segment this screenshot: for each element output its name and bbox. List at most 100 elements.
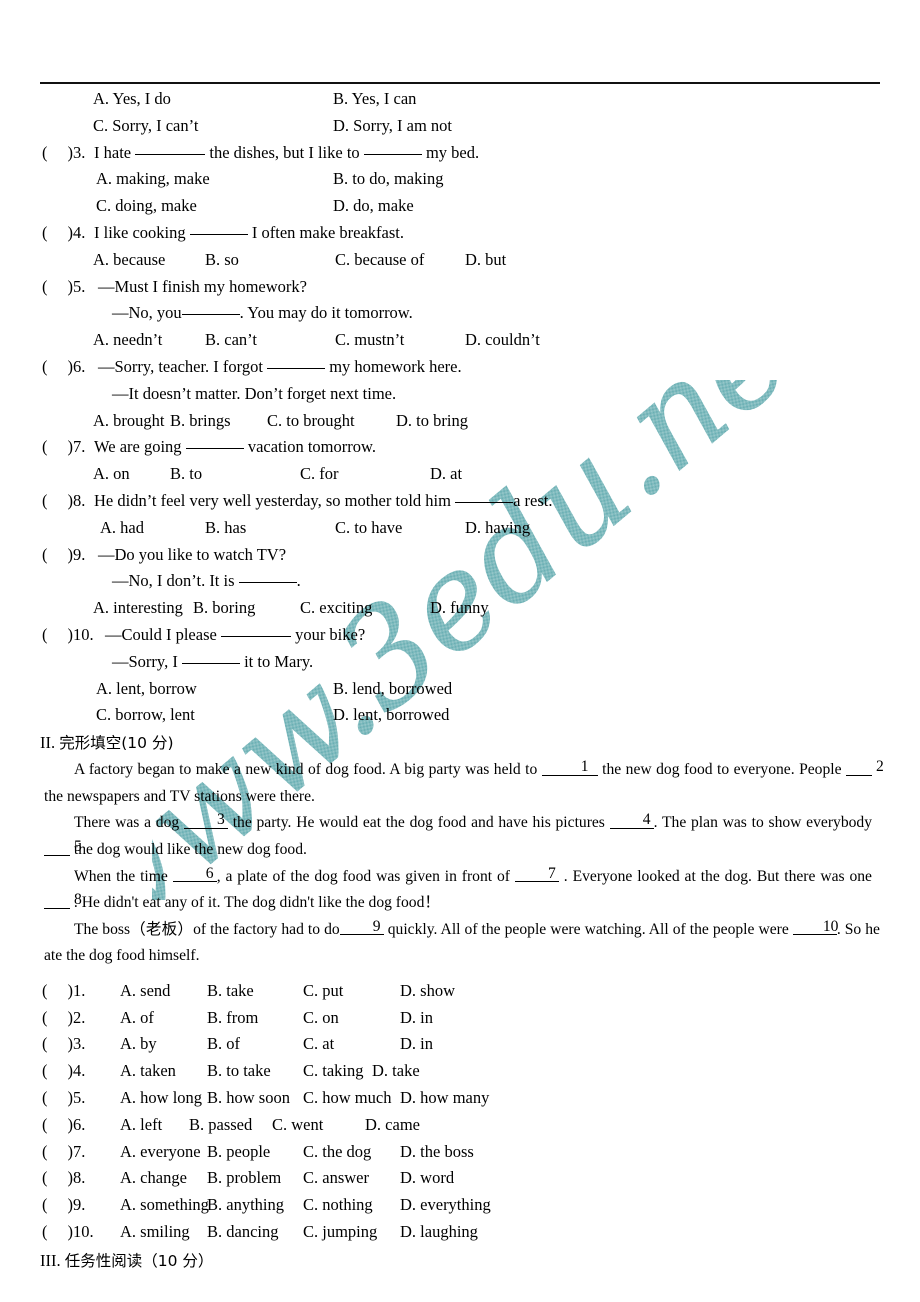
option-c[interactable]: C. Sorry, I can’t — [93, 113, 198, 140]
fill-blank[interactable] — [455, 501, 514, 503]
option-b[interactable]: B. Yes, I can — [333, 86, 416, 113]
option-d[interactable]: D. show — [400, 978, 455, 1005]
option-a[interactable]: A. how long — [120, 1085, 202, 1112]
answer-bracket[interactable]: ()4. — [42, 1058, 85, 1085]
option-c[interactable]: C. nothing — [303, 1192, 373, 1219]
option-d[interactable]: D. everything — [400, 1192, 491, 1219]
option-a[interactable]: A. by — [120, 1031, 157, 1058]
option-b[interactable]: B. boring — [193, 595, 255, 622]
option-c[interactable]: C. taking — [303, 1058, 364, 1085]
answer-bracket[interactable]: ()7. — [42, 1139, 85, 1166]
answer-bracket[interactable]: ()5. — [42, 274, 85, 301]
answer-bracket[interactable]: ()4. — [42, 220, 85, 247]
answer-bracket[interactable]: ()8. — [42, 488, 85, 515]
option-b[interactable]: B. passed — [189, 1112, 252, 1139]
option-d[interactable]: D. do, make — [333, 193, 414, 220]
option-c[interactable]: C. exciting — [300, 595, 372, 622]
option-d[interactable]: D. the boss — [400, 1139, 474, 1166]
option-a[interactable]: A. needn’t — [93, 327, 162, 354]
option-d[interactable]: D. lent, borrowed — [333, 702, 449, 729]
answer-bracket[interactable]: ()3. — [42, 140, 85, 167]
option-c[interactable]: C. because of — [335, 247, 424, 274]
option-b[interactable]: B. so — [205, 247, 239, 274]
option-d[interactable]: D. how many — [400, 1085, 489, 1112]
option-b[interactable]: B. from — [207, 1005, 258, 1032]
cloze-blank[interactable]: 2 — [846, 759, 884, 776]
cloze-blank[interactable]: 1 — [541, 759, 598, 776]
fill-blank[interactable] — [181, 662, 240, 664]
option-a[interactable]: A. taken — [120, 1058, 176, 1085]
option-c[interactable]: C. borrow, lent — [96, 702, 195, 729]
option-d[interactable]: D. came — [365, 1112, 420, 1139]
cloze-blank[interactable]: 8 — [44, 892, 82, 909]
option-b[interactable]: B. how soon — [207, 1085, 290, 1112]
option-d[interactable]: D. word — [400, 1165, 454, 1192]
option-d[interactable]: D. couldn’t — [465, 327, 540, 354]
option-b[interactable]: B. anything — [207, 1192, 284, 1219]
option-a[interactable]: A. interesting — [93, 595, 183, 622]
cloze-blank[interactable]: 10 — [792, 919, 838, 936]
option-d[interactable]: D. laughing — [400, 1219, 478, 1246]
option-c[interactable]: C. for — [300, 461, 339, 488]
option-c[interactable]: C. on — [303, 1005, 339, 1032]
option-d[interactable]: D. to bring — [396, 408, 468, 435]
fill-blank[interactable] — [220, 635, 291, 637]
option-b[interactable]: B. problem — [207, 1165, 281, 1192]
cloze-blank[interactable]: 9 — [339, 919, 384, 936]
option-c[interactable]: C. to have — [335, 515, 402, 542]
option-c[interactable]: C. doing, make — [96, 193, 197, 220]
option-a[interactable]: A. Yes, I do — [93, 86, 171, 113]
answer-bracket[interactable]: ()10. — [42, 1219, 94, 1246]
option-a[interactable]: A. because — [93, 247, 165, 274]
option-b[interactable]: B. brings — [170, 408, 231, 435]
option-b[interactable]: B. can’t — [205, 327, 257, 354]
option-a[interactable]: A. lent, borrow — [96, 676, 197, 703]
fill-blank[interactable] — [185, 448, 244, 450]
option-d[interactable]: D. having — [465, 515, 530, 542]
option-a[interactable]: A. of — [120, 1005, 154, 1032]
option-d[interactable]: D. funny — [430, 595, 489, 622]
fill-blank[interactable] — [238, 582, 297, 584]
option-c[interactable]: C. went — [272, 1112, 323, 1139]
answer-bracket[interactable]: ()1. — [42, 978, 85, 1005]
fill-blank[interactable] — [267, 367, 326, 369]
answer-bracket[interactable]: ()3. — [42, 1031, 85, 1058]
cloze-blank[interactable]: 6 — [172, 865, 217, 883]
option-b[interactable]: B. has — [205, 515, 246, 542]
fill-blank[interactable] — [181, 314, 240, 316]
fill-blank[interactable] — [135, 153, 206, 155]
cloze-blank[interactable]: 5 — [44, 839, 82, 856]
option-a[interactable]: A. on — [93, 461, 130, 488]
option-b[interactable]: B. of — [207, 1031, 240, 1058]
option-d[interactable]: D. in — [400, 1005, 433, 1032]
answer-bracket[interactable]: ()9. — [42, 1192, 85, 1219]
answer-bracket[interactable]: ()7. — [42, 434, 85, 461]
answer-bracket[interactable]: ()6. — [42, 1112, 85, 1139]
option-a[interactable]: A. send — [120, 978, 170, 1005]
answer-bracket[interactable]: ()6. — [42, 354, 85, 381]
option-a[interactable]: A. had — [100, 515, 144, 542]
option-c[interactable]: C. answer — [303, 1165, 369, 1192]
answer-bracket[interactable]: ()9. — [42, 542, 85, 569]
option-c[interactable]: C. to brought — [267, 408, 355, 435]
option-a[interactable]: A. smiling — [120, 1219, 190, 1246]
option-a[interactable]: A. everyone — [120, 1139, 201, 1166]
answer-bracket[interactable]: ()5. — [42, 1085, 85, 1112]
option-b[interactable]: B. to take — [207, 1058, 271, 1085]
option-d[interactable]: D. Sorry, I am not — [333, 113, 452, 140]
option-d[interactable]: D. at — [430, 461, 462, 488]
option-b[interactable]: B. dancing — [207, 1219, 279, 1246]
cloze-blank[interactable]: 7 — [514, 865, 559, 883]
cloze-blank[interactable]: 3 — [183, 812, 228, 829]
option-c[interactable]: C. at — [303, 1031, 334, 1058]
option-a[interactable]: A. brought — [93, 408, 165, 435]
cloze-blank[interactable]: 4 — [609, 812, 654, 829]
option-b[interactable]: B. take — [207, 978, 254, 1005]
option-c[interactable]: C. put — [303, 978, 343, 1005]
option-a[interactable]: A. left — [120, 1112, 162, 1139]
fill-blank[interactable] — [189, 233, 248, 235]
option-c[interactable]: C. how much — [303, 1085, 391, 1112]
option-b[interactable]: B. lend, borrowed — [333, 676, 452, 703]
option-b[interactable]: B. people — [207, 1139, 270, 1166]
answer-bracket[interactable]: ()2. — [42, 1005, 85, 1032]
